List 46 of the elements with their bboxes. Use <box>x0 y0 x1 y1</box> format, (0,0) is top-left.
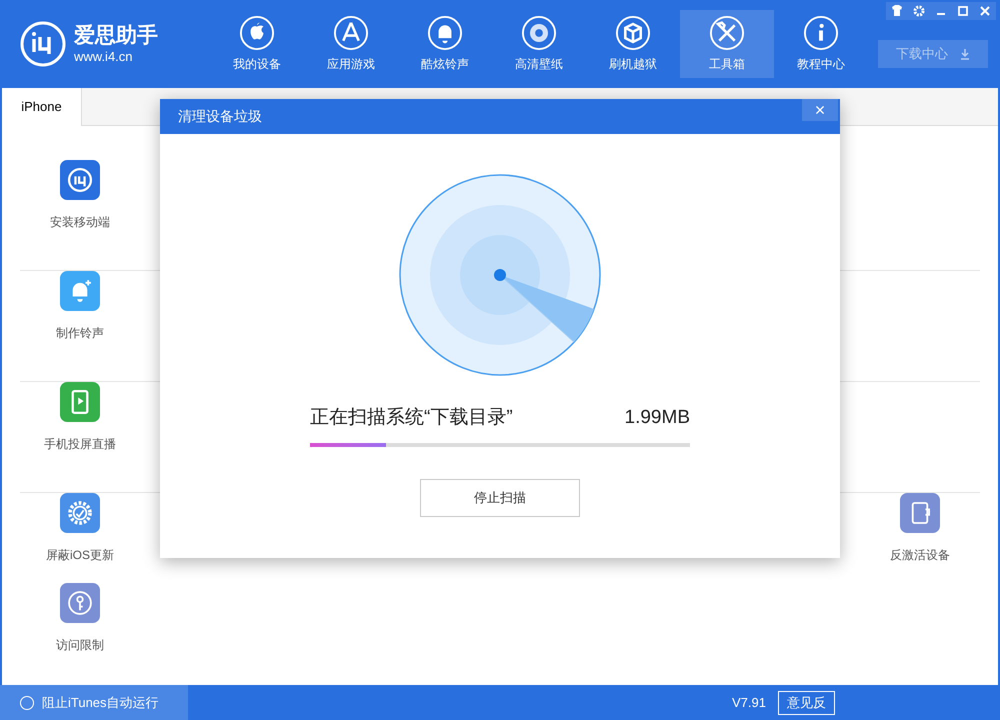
tool-label[interactable]: 屏蔽iOS更新 <box>46 546 114 564</box>
nav-label: 应用游戏 <box>327 56 375 73</box>
feedback-button[interactable]: 意见反 <box>778 690 835 714</box>
scan-status: 正在扫描系统“下载目录” <box>310 406 513 430</box>
logo-icon <box>20 21 66 67</box>
tool-icon[interactable] <box>60 493 100 533</box>
scan-size: 1.99MB <box>624 406 690 430</box>
stop-scan-button[interactable]: 停止扫描 <box>420 478 580 516</box>
tool-icon[interactable] <box>60 583 100 623</box>
nav-tab[interactable]: 应用游戏 <box>304 10 398 78</box>
radio-icon[interactable] <box>20 696 34 710</box>
box-icon <box>615 15 651 51</box>
tool-icon[interactable] <box>60 271 100 311</box>
nav-label: 酷炫铃声 <box>421 56 469 73</box>
nav-tab[interactable]: 教程中心 <box>774 10 868 78</box>
apple-icon <box>239 15 275 51</box>
itunes-option[interactable]: 阻止iTunes自动运行 <box>0 685 188 720</box>
nav-label: 刷机越狱 <box>609 56 657 73</box>
bell-icon <box>427 15 463 51</box>
version-label: V7.91 <box>732 694 766 712</box>
nav-tab[interactable]: 高清壁纸 <box>492 10 586 78</box>
tool-icon[interactable] <box>60 160 100 200</box>
tool-icon[interactable] <box>900 493 940 533</box>
app-url: www.i4.cn <box>74 49 134 66</box>
tool-label[interactable]: 反激活设备 <box>890 546 950 564</box>
nav-tab[interactable]: 酷炫铃声 <box>398 10 492 78</box>
nav-tab[interactable]: 工具箱 <box>680 10 774 78</box>
tool-label[interactable]: 手机投屏直播 <box>44 435 116 453</box>
nav-tab[interactable]: 刷机越狱 <box>586 10 680 78</box>
tool-label[interactable]: 制作铃声 <box>56 324 104 342</box>
nav-tab[interactable]: 我的设备 <box>210 10 304 78</box>
app-name: 爱思助手 <box>74 22 158 49</box>
itunes-label: 阻止iTunes自动运行 <box>42 694 159 712</box>
tool-label[interactable]: 安装移动端 <box>50 213 110 231</box>
appstore-icon <box>333 15 369 51</box>
nav-label: 高清壁纸 <box>515 56 563 73</box>
tool-icon[interactable] <box>60 382 100 422</box>
device-tab[interactable]: iPhone <box>2 88 82 126</box>
download-icon <box>960 48 970 60</box>
close-button[interactable]: × <box>802 99 838 121</box>
tool-label[interactable]: 访问限制 <box>56 636 104 654</box>
dialog-title: 清理设备垃圾 <box>178 107 262 126</box>
nav-label: 工具箱 <box>709 56 745 73</box>
nav-label: 教程中心 <box>797 56 845 73</box>
nav-label: 我的设备 <box>233 56 281 73</box>
info-icon <box>803 15 839 51</box>
